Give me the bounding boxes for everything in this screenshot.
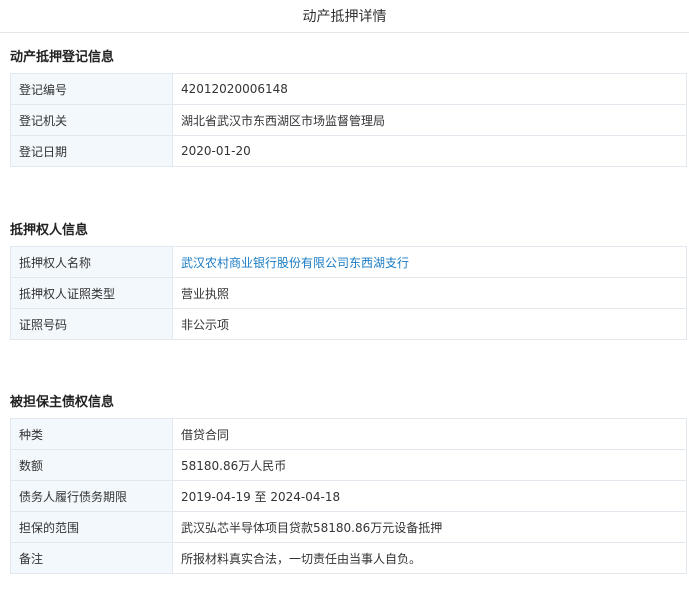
mortgagee-name-link[interactable]: 武汉农村商业银行股份有限公司东西湖支行 [181,256,409,270]
row-label: 数额 [10,449,173,481]
section-title-mortgagee: 抵押权人信息 [10,223,89,238]
row-label: 登记日期 [10,135,173,167]
table-row: 债务人履行债务期限 2019-04-19 至 2024-04-18 [10,480,687,512]
table-row: 抵押权人名称 武汉农村商业银行股份有限公司东西湖支行 [10,246,687,278]
row-value: 借贷合同 [172,418,687,450]
table-row: 种类 借贷合同 [10,418,687,450]
mortgagee-table: 抵押权人名称 武汉农村商业银行股份有限公司东西湖支行 抵押权人证照类型 营业执照… [10,246,687,340]
row-value: 武汉农村商业银行股份有限公司东西湖支行 [172,246,687,278]
row-value: 58180.86万人民币 [172,449,687,481]
row-value: 所报材料真实合法，一切责任由当事人自负。 [172,542,687,574]
table-row: 登记日期 2020-01-20 [10,135,687,167]
row-label: 种类 [10,418,173,450]
row-value: 2019-04-19 至 2024-04-18 [172,480,687,512]
table-row: 登记机关 湖北省武汉市东西湖区市场监督管理局 [10,104,687,136]
section-title-registration: 动产抵押登记信息 [10,50,115,65]
row-label: 登记编号 [10,73,173,105]
row-value: 湖北省武汉市东西湖区市场监督管理局 [172,104,687,136]
row-label: 抵押权人名称 [10,246,173,278]
table-row: 备注 所报材料真实合法，一切责任由当事人自负。 [10,542,687,574]
row-value: 营业执照 [172,277,687,309]
row-label: 登记机关 [10,104,173,136]
row-label: 债务人履行债务期限 [10,480,173,512]
row-label: 备注 [10,542,173,574]
table-row: 担保的范围 武汉弘芯半导体项目贷款58180.86万元设备抵押 [10,511,687,543]
row-value: 非公示项 [172,308,687,340]
table-row: 抵押权人证照类型 营业执照 [10,277,687,309]
row-label: 担保的范围 [10,511,173,543]
table-row: 证照号码 非公示项 [10,308,687,340]
registration-table: 登记编号 42012020006148 登记机关 湖北省武汉市东西湖区市场监督管… [10,73,687,167]
secured-claim-table: 种类 借贷合同 数额 58180.86万人民币 债务人履行债务期限 2019-0… [10,418,687,574]
row-label: 证照号码 [10,308,173,340]
table-row: 数额 58180.86万人民币 [10,449,687,481]
page-title: 动产抵押详情 [0,0,689,33]
row-value: 42012020006148 [172,73,687,105]
table-row: 登记编号 42012020006148 [10,73,687,105]
row-value: 武汉弘芯半导体项目贷款58180.86万元设备抵押 [172,511,687,543]
section-title-secured-claim: 被担保主债权信息 [10,395,115,410]
row-value: 2020-01-20 [172,135,687,167]
row-label: 抵押权人证照类型 [10,277,173,309]
